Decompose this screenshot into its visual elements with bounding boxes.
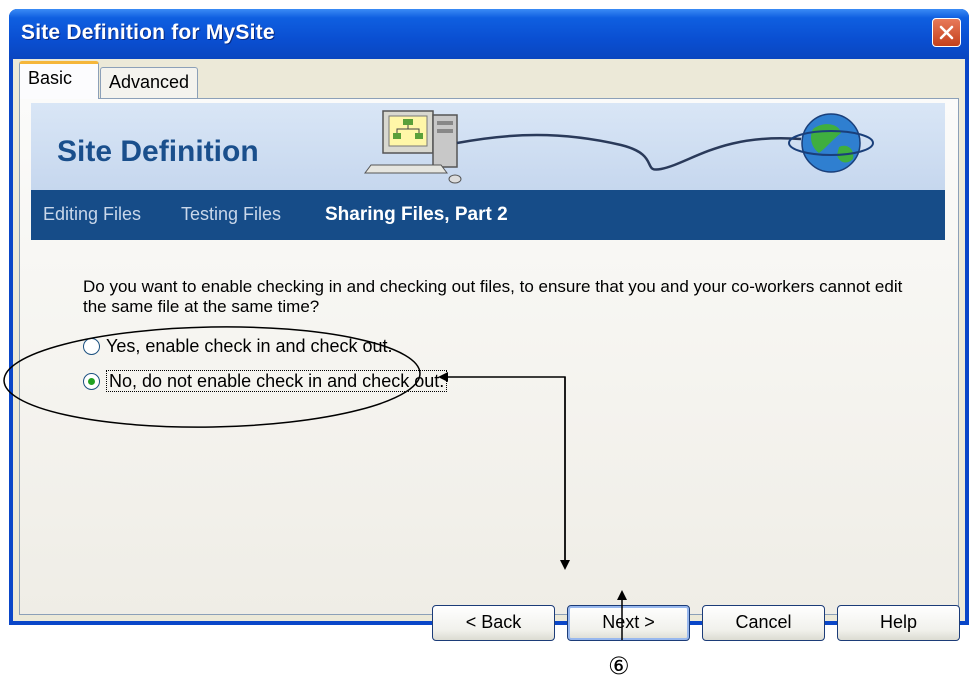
- tab-basic[interactable]: Basic: [19, 61, 99, 99]
- annotation-overlay: [3, 326, 627, 640]
- annotation-arrow-to-option: [438, 372, 566, 560]
- annotation-step-marker: ⑥: [608, 652, 630, 680]
- annotation-ellipse: [3, 326, 421, 428]
